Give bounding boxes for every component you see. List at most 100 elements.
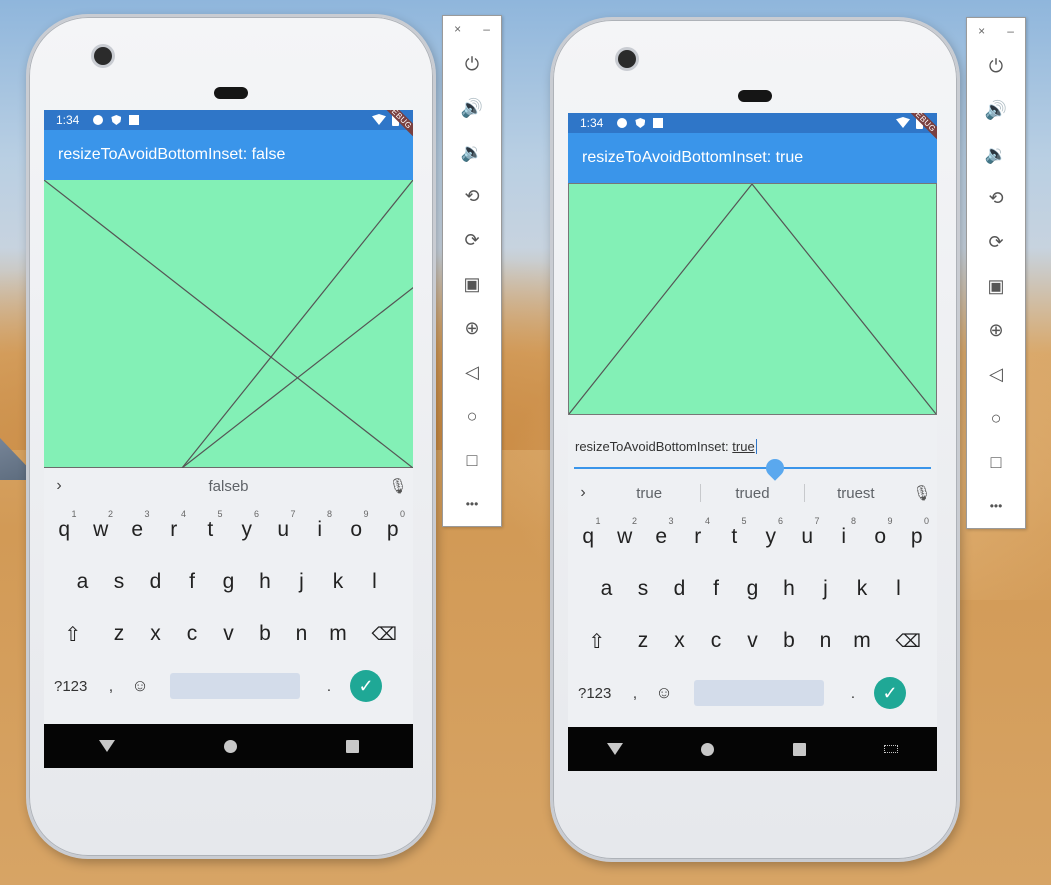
enter-check-icon[interactable]: ✓	[874, 677, 906, 709]
overview-icon[interactable]: □	[443, 438, 501, 482]
key-w[interactable]: 2w	[83, 509, 120, 542]
minimize-icon[interactable]: –	[483, 22, 490, 36]
rotate-left-icon[interactable]: ⟲	[443, 174, 501, 218]
key-q[interactable]: 1q	[46, 509, 83, 542]
key-d[interactable]: d	[137, 570, 174, 594]
keyboard-switch-icon[interactable]	[883, 745, 898, 753]
key-j[interactable]: j	[807, 577, 844, 601]
key-t[interactable]: 5t	[192, 509, 229, 542]
key-v[interactable]: v	[210, 622, 247, 646]
suggestion-item[interactable]: truest	[805, 485, 907, 502]
key-g[interactable]: g	[210, 570, 247, 594]
minimize-icon[interactable]: –	[1007, 24, 1014, 38]
close-icon[interactable]: ×	[454, 22, 461, 36]
power-icon[interactable]: ⏻	[967, 44, 1025, 88]
key-o[interactable]: 9o	[862, 516, 899, 549]
power-icon[interactable]: ⏻	[443, 42, 501, 86]
key-r[interactable]: 4r	[156, 509, 193, 542]
key-w[interactable]: 2w	[607, 516, 644, 549]
close-icon[interactable]: ×	[978, 24, 985, 38]
key-c[interactable]: c	[174, 622, 211, 646]
chevron-right-icon[interactable]: ›	[44, 477, 74, 495]
backspace-icon[interactable]: ⌫	[356, 624, 412, 645]
symbols-key[interactable]: ?123	[578, 685, 618, 702]
key-c[interactable]: c	[698, 629, 735, 653]
suggestion-item[interactable]: trued	[701, 485, 803, 502]
home-icon[interactable]: ○	[967, 396, 1025, 440]
key-s[interactable]: s	[625, 577, 662, 601]
more-icon[interactable]: •••	[967, 484, 1025, 528]
symbols-key[interactable]: ?123	[54, 678, 94, 695]
key-b[interactable]: b	[247, 622, 284, 646]
zoom-icon[interactable]: ⊕	[443, 306, 501, 350]
nav-back-icon[interactable]	[607, 743, 624, 755]
key-j[interactable]: j	[283, 570, 320, 594]
shift-icon[interactable]: ⇧	[569, 629, 625, 654]
key-h[interactable]: h	[771, 577, 808, 601]
key-y[interactable]: 6y	[753, 516, 790, 549]
back-icon[interactable]: ◁	[967, 352, 1025, 396]
nav-back-icon[interactable]	[98, 740, 115, 752]
key-x[interactable]: x	[661, 629, 698, 653]
mic-icon[interactable]: 🎙	[907, 484, 937, 502]
key-l[interactable]: l	[880, 577, 917, 601]
key-h[interactable]: h	[247, 570, 284, 594]
spacebar[interactable]	[694, 680, 824, 706]
key-y[interactable]: 6y	[229, 509, 266, 542]
mic-icon[interactable]: 🎙	[383, 477, 413, 495]
key-s[interactable]: s	[101, 570, 138, 594]
key-l[interactable]: l	[356, 570, 393, 594]
emoji-icon[interactable]: ☺	[652, 683, 676, 703]
nav-home-icon[interactable]	[701, 742, 715, 756]
overview-icon[interactable]: □	[967, 440, 1025, 484]
camera-icon[interactable]: ▣	[443, 262, 501, 306]
key-m[interactable]: m	[844, 629, 881, 653]
key-n[interactable]: n	[283, 622, 320, 646]
key-r[interactable]: 4r	[680, 516, 717, 549]
comma-key[interactable]: ,	[94, 678, 128, 695]
volume-up-icon[interactable]: 🔊	[967, 88, 1025, 132]
spacebar[interactable]	[170, 673, 300, 699]
rotate-right-icon[interactable]: ⟳	[967, 220, 1025, 264]
period-key[interactable]: .	[318, 678, 340, 695]
chevron-right-icon[interactable]: ›	[568, 484, 598, 502]
key-p[interactable]: 0p	[375, 509, 412, 542]
suggestion-item[interactable]: true	[598, 485, 700, 502]
key-u[interactable]: 7u	[789, 516, 826, 549]
key-k[interactable]: k	[844, 577, 881, 601]
key-d[interactable]: d	[661, 577, 698, 601]
zoom-icon[interactable]: ⊕	[967, 308, 1025, 352]
key-q[interactable]: 1q	[570, 516, 607, 549]
key-o[interactable]: 9o	[338, 509, 375, 542]
suggestion-item[interactable]: falseb	[74, 478, 383, 495]
key-i[interactable]: 8i	[826, 516, 863, 549]
volume-up-icon[interactable]: 🔊	[443, 86, 501, 130]
home-icon[interactable]: ○	[443, 394, 501, 438]
key-f[interactable]: f	[698, 577, 735, 601]
key-m[interactable]: m	[320, 622, 357, 646]
nav-recents-icon[interactable]	[345, 739, 359, 753]
key-f[interactable]: f	[174, 570, 211, 594]
key-i[interactable]: 8i	[302, 509, 339, 542]
key-t[interactable]: 5t	[716, 516, 753, 549]
volume-down-icon[interactable]: 🔉	[967, 132, 1025, 176]
key-e[interactable]: 3e	[643, 516, 680, 549]
key-z[interactable]: z	[625, 629, 662, 653]
key-n[interactable]: n	[807, 629, 844, 653]
shift-icon[interactable]: ⇧	[45, 622, 101, 647]
key-z[interactable]: z	[101, 622, 138, 646]
key-e[interactable]: 3e	[119, 509, 156, 542]
rotate-left-icon[interactable]: ⟲	[967, 176, 1025, 220]
key-b[interactable]: b	[771, 629, 808, 653]
enter-check-icon[interactable]: ✓	[350, 670, 382, 702]
more-icon[interactable]: •••	[443, 482, 501, 526]
key-g[interactable]: g	[734, 577, 771, 601]
text-field[interactable]: resizeToAvoidBottomInset: true	[568, 415, 937, 481]
key-x[interactable]: x	[137, 622, 174, 646]
camera-icon[interactable]: ▣	[967, 264, 1025, 308]
key-v[interactable]: v	[734, 629, 771, 653]
key-u[interactable]: 7u	[265, 509, 302, 542]
back-icon[interactable]: ◁	[443, 350, 501, 394]
key-a[interactable]: a	[588, 577, 625, 601]
nav-recents-icon[interactable]	[792, 742, 806, 756]
